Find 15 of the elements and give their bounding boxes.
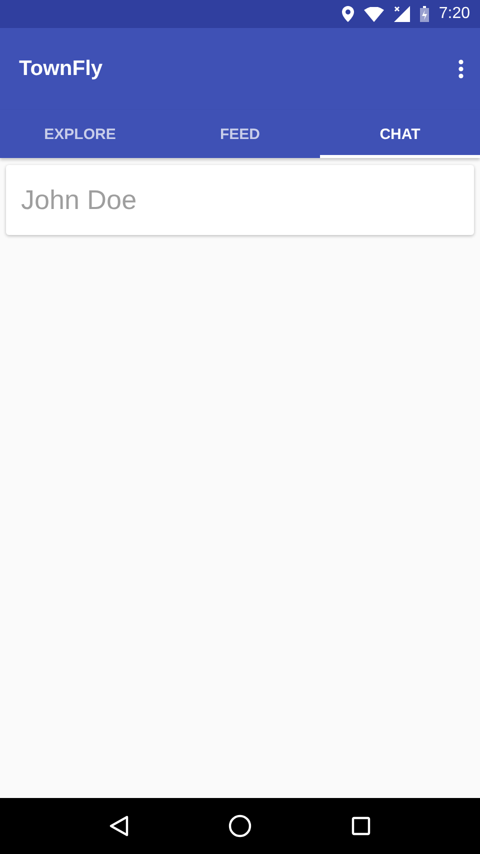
chat-card[interactable]: John Doe [6,165,474,235]
wifi-icon [364,6,384,22]
tab[interactable]: CHAT [320,110,480,158]
recents-icon[interactable] [350,816,371,836]
signal-icon [394,6,410,22]
status-time: 7:20 [438,5,470,23]
battery-icon [420,6,429,22]
more-options-icon[interactable] [458,59,464,79]
location-icon [342,6,354,22]
tab[interactable]: EXPLORE [0,110,160,158]
app-title: TownFly [19,57,103,81]
home-icon[interactable] [228,814,252,838]
tab[interactable]: FEED [160,110,320,158]
back-icon[interactable] [109,815,130,837]
contact-name: John Doe [21,184,137,216]
